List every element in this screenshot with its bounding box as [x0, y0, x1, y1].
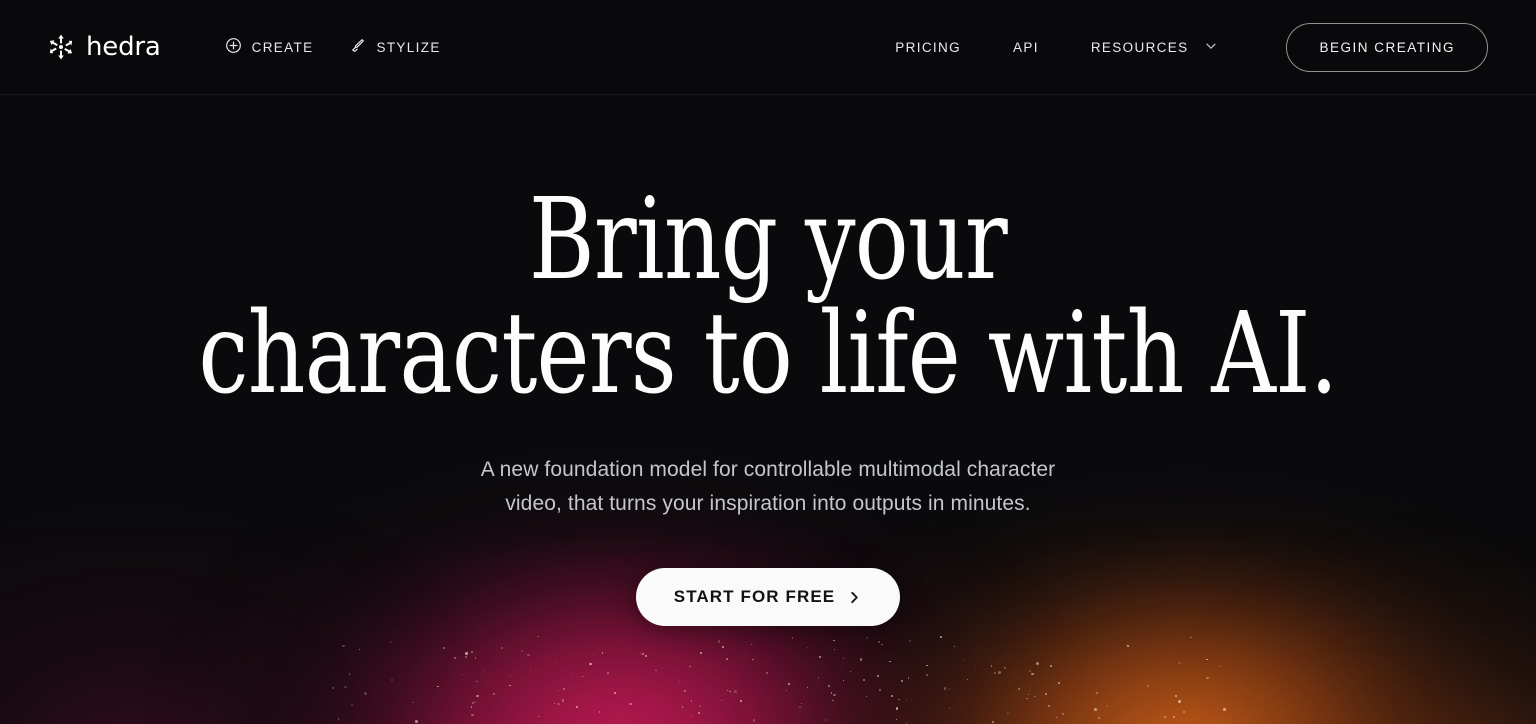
nav-item-create[interactable]: CREATE: [225, 27, 332, 67]
page-root: hedra CREATE STYLIZE PRICING API RESOURC…: [0, 0, 1536, 724]
start-for-free-label: START FOR FREE: [673, 587, 836, 606]
primary-nav-links: CREATE STYLIZE: [225, 27, 459, 67]
nav-item-api[interactable]: API: [987, 30, 1065, 65]
nav-item-create-label: CREATE: [251, 39, 314, 55]
nav-item-resources-label: RESOURCES: [1090, 39, 1189, 55]
nav-item-stylize-label: STYLIZE: [376, 39, 441, 55]
chevron-down-icon: [1204, 39, 1218, 56]
start-for-free-button[interactable]: START FOR FREE: [635, 568, 901, 626]
brand-logo[interactable]: hedra: [48, 34, 161, 60]
nav-item-pricing[interactable]: PRICING: [869, 30, 987, 65]
nav-item-stylize[interactable]: STYLIZE: [331, 27, 458, 67]
secondary-nav-links: PRICING API RESOURCES BEGIN CREATING: [869, 22, 1488, 72]
hero-headline: Bring your characters to life with AI.: [198, 175, 1339, 419]
brand-wordmark: hedra: [86, 32, 161, 62]
nav-item-resources[interactable]: RESOURCES: [1065, 29, 1245, 66]
hero-subheadline: A new foundation model for controllable …: [480, 458, 1056, 515]
top-navigation-bar: hedra CREATE STYLIZE PRICING API RESOURC…: [0, 0, 1536, 95]
begin-creating-button[interactable]: BEGIN CREATING: [1286, 22, 1488, 72]
chevron-right-icon: [847, 590, 862, 605]
hero-section: Bring your characters to life with AI. A…: [0, 95, 1536, 724]
hedra-snowflake-icon: [48, 34, 74, 60]
marker-pen-icon: [349, 37, 366, 57]
nav-item-pricing-label: PRICING: [895, 39, 961, 55]
nav-item-api-label: API: [1013, 39, 1039, 55]
plus-circle-icon: [225, 37, 242, 57]
